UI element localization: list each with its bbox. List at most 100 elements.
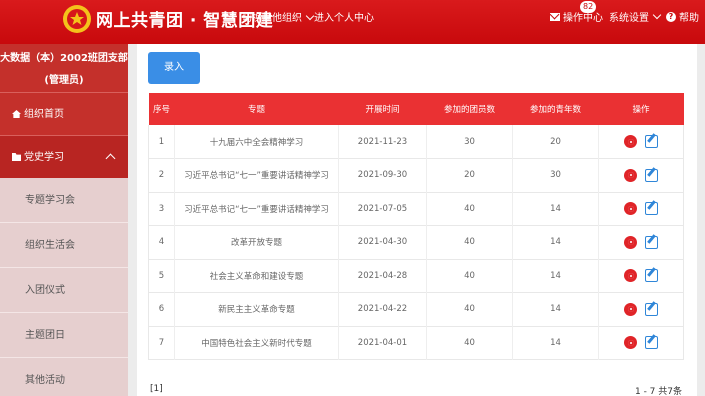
cell-no: 7 [148,326,175,360]
folder-icon [12,153,21,161]
view-icon[interactable] [624,302,637,316]
view-icon[interactable] [624,235,637,249]
edit-icon[interactable] [645,202,658,216]
cell-no: 3 [148,192,175,226]
cell-youth: 20 [512,125,599,159]
league-emblem-icon [63,5,91,33]
edit-icon[interactable] [645,235,658,249]
study-table: 序号 专题 开展时间 参加的团员数 参加的青年数 操作 1 十九届六中全会精神学… [148,93,684,360]
cell-actions [598,158,684,192]
header-actions: 操作中心 82 系统设置 ? 帮助 [544,1,699,24]
edit-icon[interactable] [645,302,658,316]
cell-actions [598,292,684,326]
col-actions: 操作 [632,105,650,115]
notification-badge: 82 [580,1,597,13]
cell-members: 40 [426,292,513,326]
org-role: (管理员) [44,75,84,86]
cell-actions [598,259,684,293]
cell-date: 2021-07-05 [338,192,427,226]
cell-actions [598,125,684,159]
chevron-down-icon [652,10,662,19]
cell-members: 30 [426,125,513,159]
cell-topic: 社会主义革命和建设专题 [174,259,339,293]
switch-org-label: 切换其他组织 [242,13,302,24]
sidebar: 大数据（本）2002班团支部 (管理员) 组织首页 党史学习 专题学习会 组织生… [0,44,128,396]
cell-youth: 14 [512,259,599,293]
cell-topic: 十九届六中全会精神学习 [174,125,339,159]
cell-topic: 新民主主义革命专题 [174,292,339,326]
cell-no: 6 [148,292,175,326]
cell-actions [598,326,684,360]
pager-current-page[interactable]: [1] [150,384,163,394]
edit-icon[interactable] [645,135,658,148]
sidebar-subitem-other[interactable]: 其他活动 [0,358,128,396]
cell-no: 4 [148,225,175,259]
sidebar-subitem-theme-day[interactable]: 主题团日 [0,313,128,358]
table-row: 6 新民主主义革命专题 2021-04-22 40 14 [148,292,684,326]
view-icon[interactable] [624,168,637,182]
cell-youth: 30 [512,158,599,192]
settings-menu[interactable]: 系统设置 [609,9,662,24]
cell-members: 40 [426,259,513,293]
help-link[interactable]: ? 帮助 [666,9,699,24]
cell-no: 2 [148,158,175,192]
cell-date: 2021-04-28 [338,259,427,293]
cell-members: 20 [426,158,513,192]
cell-date: 2021-04-30 [338,225,427,259]
edit-icon[interactable] [645,269,658,283]
view-icon[interactable] [624,202,637,216]
cell-topic: 习近平总书记“七一”重要讲话精神学习 [174,158,339,192]
col-date: 开展时间 [365,105,400,115]
cell-date: 2021-04-01 [338,326,427,360]
ops-center-link[interactable]: 操作中心 82 [550,1,603,24]
col-youth: 参加的青年数 [529,105,581,115]
help-label: 帮助 [679,13,699,24]
col-members: 参加的团员数 [443,105,495,115]
edit-icon[interactable] [645,336,658,350]
col-topic: 专题 [247,105,265,115]
cell-members: 40 [426,192,513,226]
cell-topic: 改革开放专题 [174,225,339,259]
cell-date: 2021-09-30 [338,158,427,192]
cell-youth: 14 [512,292,599,326]
table-row: 3 习近平总书记“七一”重要讲话精神学习 2021-07-05 40 14 [148,192,684,226]
switch-org-menu[interactable]: 切换其他组织 [242,9,315,24]
mail-icon [550,12,560,21]
cell-no: 5 [148,259,175,293]
view-icon[interactable] [624,336,637,350]
cell-topic: 习近平总书记“七一”重要讲话精神学习 [174,192,339,226]
settings-label: 系统设置 [609,13,649,24]
chevron-down-icon [305,11,315,21]
col-no: 序号 [152,105,170,115]
view-icon[interactable] [624,135,637,148]
table-row: 5 社会主义革命和建设专题 2021-04-28 40 14 [148,259,684,293]
cell-members: 40 [426,326,513,360]
cell-actions [598,225,684,259]
sidebar-item-label: 党史学习 [24,152,64,163]
add-button[interactable]: 录入 [148,52,200,84]
sidebar-item-party-study[interactable]: 党史学习 [0,135,128,178]
main-panel: 录入 序号 专题 开展时间 参加的团员数 参加的青年数 操作 1 十九届六中全会… [137,44,697,396]
table-row: 7 中国特色社会主义新时代专题 2021-04-01 40 14 [148,326,684,360]
table-row: 4 改革开放专题 2021-04-30 40 14 [148,225,684,259]
table-header: 序号 专题 开展时间 参加的团员数 参加的青年数 操作 [148,93,684,125]
edit-icon[interactable] [645,168,658,182]
cell-actions [598,192,684,226]
table-row: 1 十九届六中全会精神学习 2021-11-23 30 20 [148,125,684,159]
org-name: 大数据（本）2002班团支部 [0,53,128,64]
cell-youth: 14 [512,326,599,360]
top-header: 网上共青团 · 智慧团建 切换其他组织 进入个人中心 操作中心 82 系统设置 … [0,0,705,44]
sidebar-item-label: 组织首页 [24,109,64,120]
cell-no: 1 [148,125,175,159]
personal-center-link[interactable]: 进入个人中心 [314,9,374,24]
sidebar-item-home[interactable]: 组织首页 [0,92,128,135]
sidebar-subitem-topic-study[interactable]: 专题学习会 [0,178,128,223]
pager-summary: 1 - 7 共7条 [634,387,682,396]
sidebar-subitem-joining-ceremony[interactable]: 入团仪式 [0,268,128,313]
cell-youth: 14 [512,192,599,226]
cell-date: 2021-11-23 [338,125,427,159]
sidebar-subitem-org-life[interactable]: 组织生活会 [0,223,128,268]
cell-members: 40 [426,225,513,259]
cell-date: 2021-04-22 [338,292,427,326]
view-icon[interactable] [624,269,637,283]
